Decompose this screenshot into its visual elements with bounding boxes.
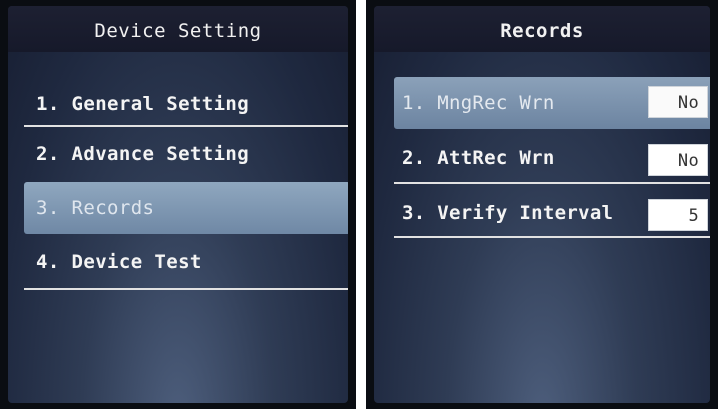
record-item-label: 3. Verify Interval xyxy=(402,202,614,224)
device-setting-screen: Device Setting 1. General Setting 2. Adv… xyxy=(0,0,356,409)
menu-item-advance-setting[interactable]: 2. Advance Setting xyxy=(24,128,348,180)
mngrec-wrn-value-field[interactable]: No xyxy=(648,86,708,118)
attrec-wrn-value-field[interactable]: No xyxy=(648,144,708,176)
records-screen: Records 1. MngRec Wrn No 2. AttRec Wrn N… xyxy=(366,0,718,409)
record-item-label: 1. MngRec Wrn xyxy=(402,92,555,114)
screen-title: Records xyxy=(374,6,710,52)
divider xyxy=(24,288,348,290)
menu-item-records[interactable]: 3. Records xyxy=(24,182,348,234)
record-item-mngrec-wrn[interactable]: 1. MngRec Wrn No xyxy=(394,77,710,129)
divider xyxy=(394,236,710,238)
menu-item-device-test[interactable]: 4. Device Test xyxy=(24,236,348,288)
verify-interval-value-field[interactable]: 5 xyxy=(648,199,708,231)
lcd-display: Device Setting 1. General Setting 2. Adv… xyxy=(8,6,348,403)
record-item-label: 2. AttRec Wrn xyxy=(402,147,555,169)
record-item-attrec-wrn[interactable]: 2. AttRec Wrn No xyxy=(394,132,710,184)
record-item-verify-interval[interactable]: 3. Verify Interval 5 xyxy=(394,187,710,239)
screen-title: Device Setting xyxy=(8,6,348,52)
menu-item-general-setting[interactable]: 1. General Setting xyxy=(24,78,348,130)
lcd-display: Records 1. MngRec Wrn No 2. AttRec Wrn N… xyxy=(374,6,710,403)
divider xyxy=(24,125,348,127)
divider xyxy=(394,182,710,184)
